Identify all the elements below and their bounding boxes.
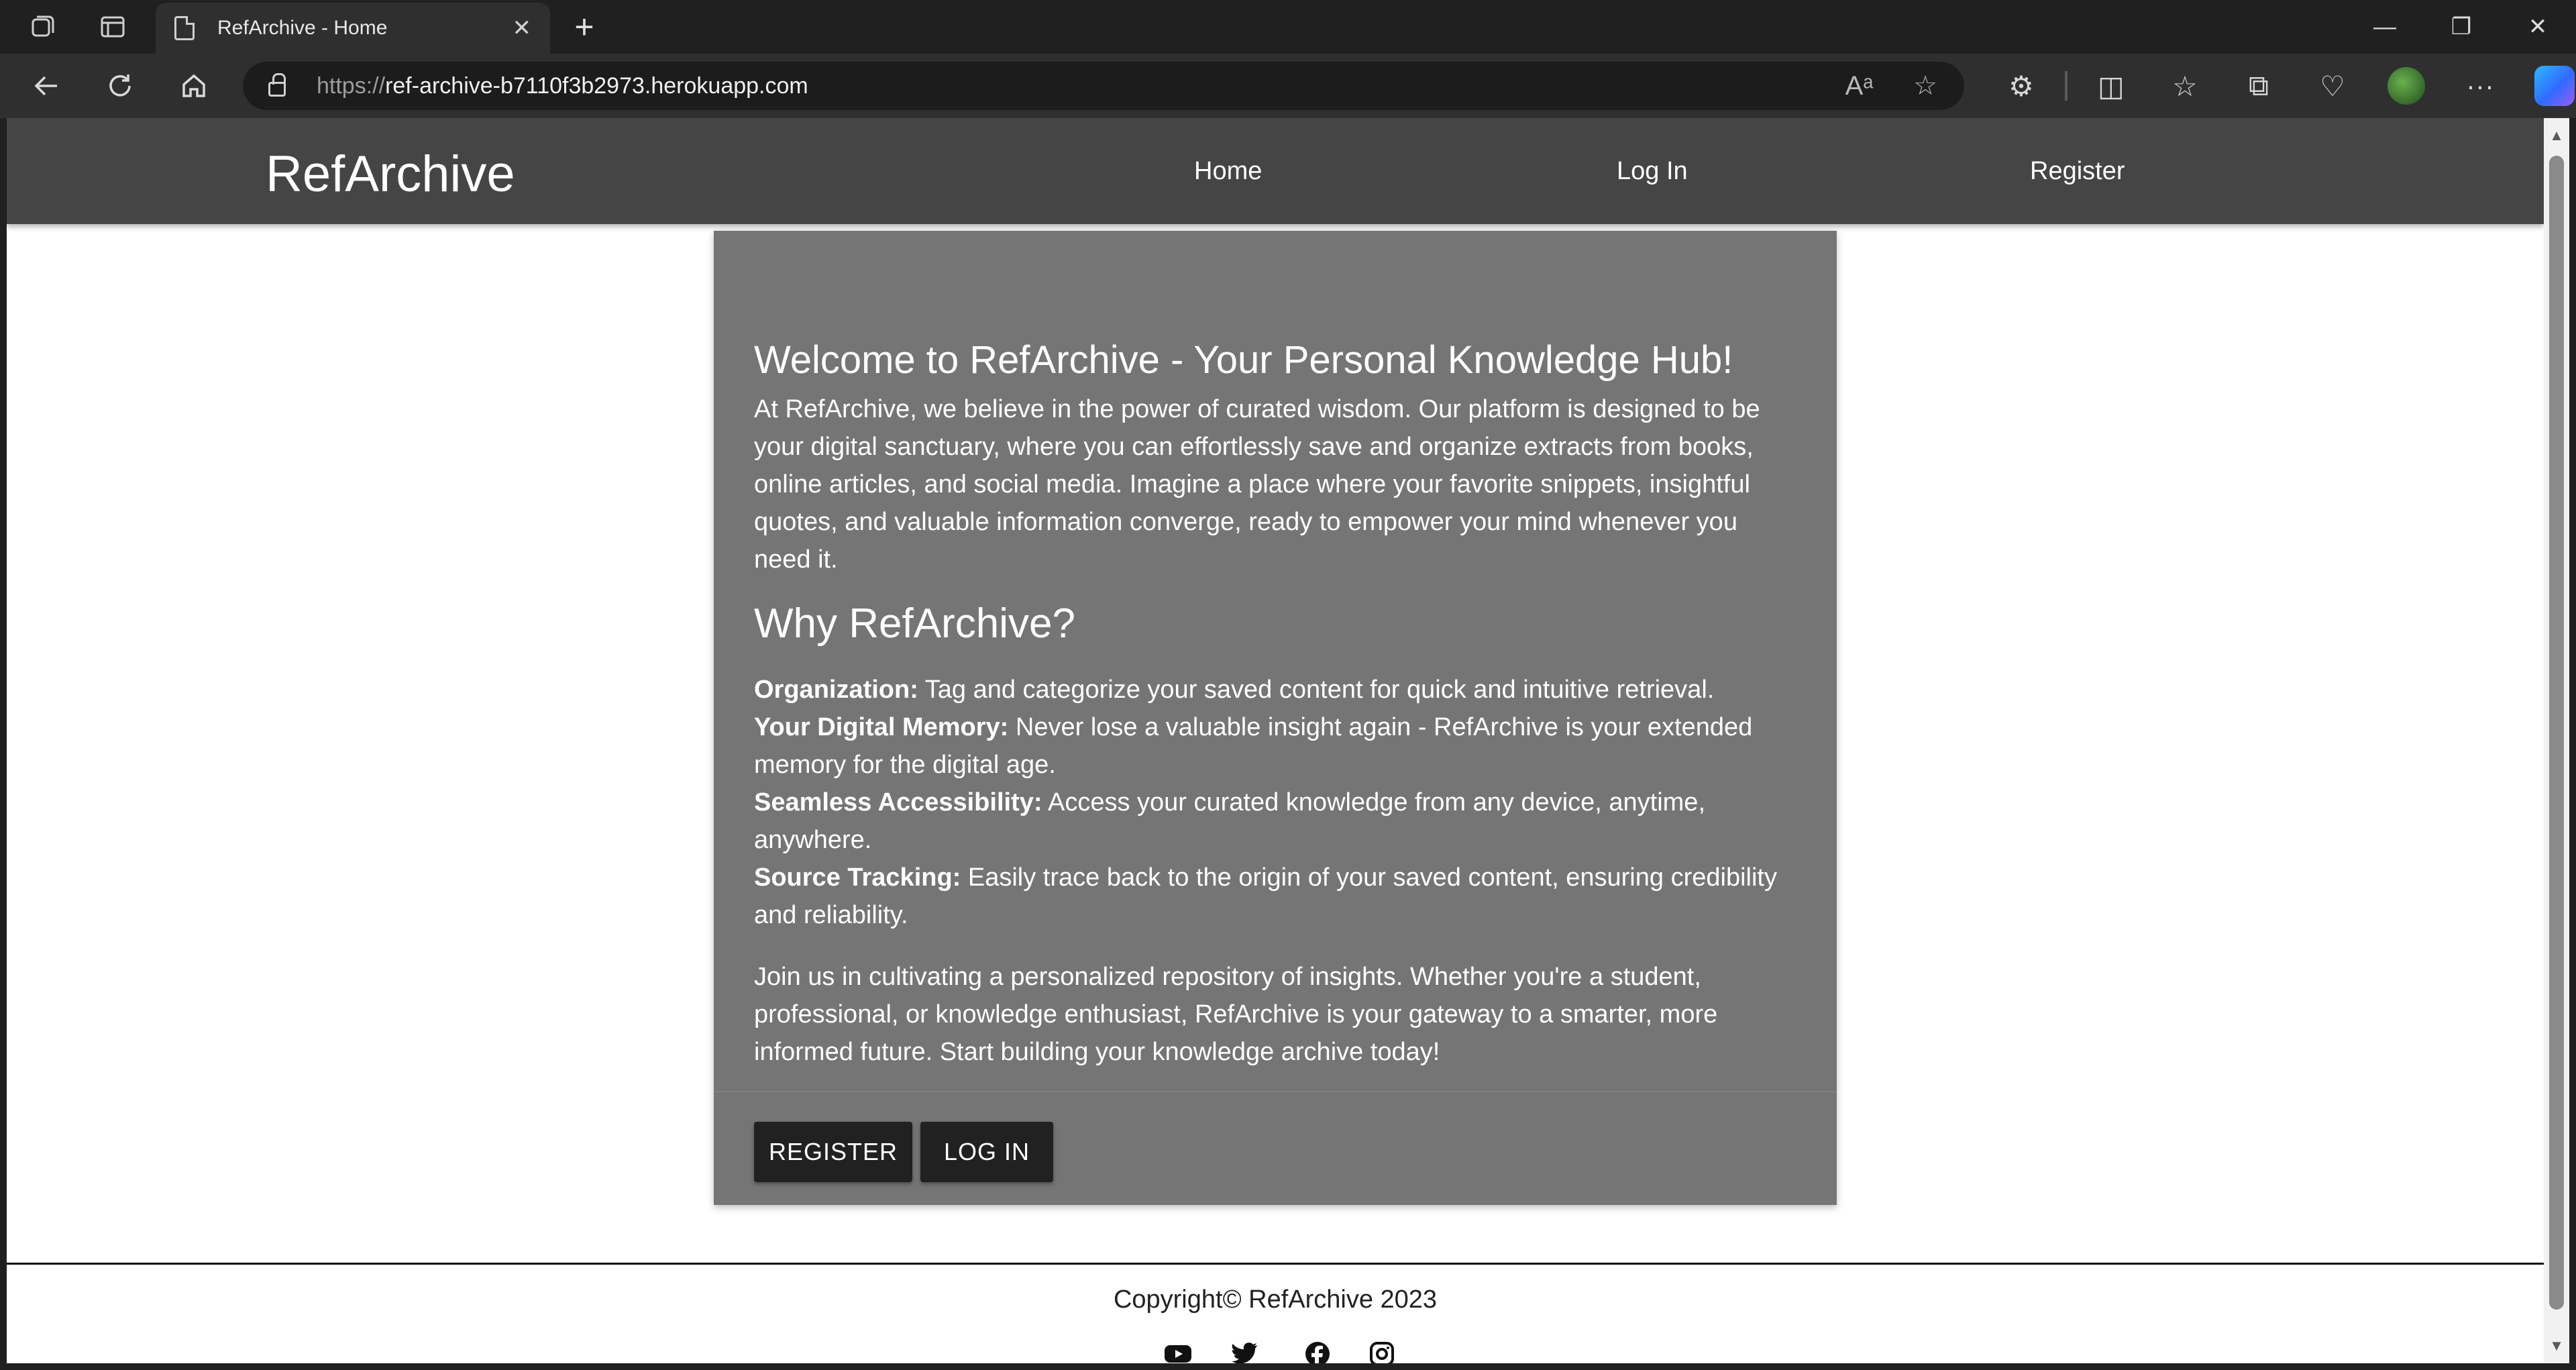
welcome-card: Welcome to RefArchive - Your Personal Kn… — [714, 231, 1837, 1205]
welcome-heading: Welcome to RefArchive - Your Personal Kn… — [754, 338, 1733, 382]
feature-text: Tag and categorize your saved content fo… — [918, 676, 1715, 704]
close-tab-icon[interactable]: ✕ — [513, 15, 532, 42]
nav-login[interactable]: Log In — [1617, 157, 1688, 186]
url-scheme: https:// — [317, 72, 386, 99]
address-toolbar: https://ref-archive-b7110f3b2973.herokua… — [0, 54, 2576, 118]
login-button[interactable]: LOG IN — [920, 1122, 1053, 1182]
nav-home[interactable]: Home — [1194, 157, 1262, 186]
card-body: Welcome to RefArchive - Your Personal Kn… — [754, 335, 1801, 1071]
read-aloud-icon[interactable]: A͏ᵃ — [1845, 71, 1874, 101]
page-favicon-icon — [174, 16, 195, 40]
tab-actions-icon[interactable] — [86, 0, 140, 54]
scrollbar-thumb[interactable] — [2549, 156, 2564, 1310]
feature-label: Organization: — [754, 676, 918, 704]
active-tab[interactable]: RefArchive - Home ✕ — [156, 3, 550, 54]
site-brand[interactable]: RefArchive — [266, 145, 515, 203]
toolbar-divider — [2065, 71, 2068, 101]
url-host: ref-archive-b7110f3b2973.herokuapp.com — [385, 72, 808, 99]
twitter-icon[interactable] — [1232, 1340, 1258, 1363]
page-viewport: RefArchive Home Log In Register Welcome … — [7, 118, 2544, 1363]
minimize-icon[interactable]: — — [2347, 0, 2423, 54]
split-screen-icon[interactable]: ◫ — [2074, 54, 2148, 118]
facebook-icon[interactable] — [1304, 1340, 1331, 1363]
feature-label: Your Digital Memory: — [754, 713, 1009, 741]
restore-icon[interactable]: ❐ — [2423, 0, 2500, 54]
extensions-icon[interactable]: ⚙ — [1984, 54, 2058, 118]
page-scrollbar[interactable]: ▲ ▼ — [2544, 118, 2569, 1363]
collections-icon[interactable]: ⧉ — [2222, 54, 2296, 118]
youtube-icon[interactable] — [1165, 1340, 1191, 1363]
close-window-icon[interactable]: ✕ — [2500, 0, 2576, 54]
card-footer-divider — [714, 1091, 1837, 1092]
copilot-icon[interactable] — [2534, 66, 2575, 106]
refresh-icon[interactable] — [83, 54, 157, 118]
join-paragraph: Join us in cultivating a personalized re… — [754, 963, 1718, 1066]
copyright-text: Copyright© RefArchive 2023 — [1113, 1285, 1438, 1314]
feature-item: Your Digital Memory: Never lose a valuab… — [754, 708, 1801, 784]
feature-item: Organization: Tag and categorize your sa… — [754, 671, 1801, 708]
scroll-up-icon[interactable]: ▲ — [2544, 122, 2569, 149]
back-icon[interactable] — [9, 54, 83, 118]
favorite-star-icon[interactable]: ☆ — [1913, 70, 1937, 101]
feature-item: Source Tracking: Easily trace back to th… — [754, 859, 1801, 934]
why-heading: Why RefArchive? — [754, 600, 1075, 647]
footer-divider — [7, 1263, 2544, 1265]
feature-label: Seamless Accessibility: — [754, 788, 1042, 816]
settings-more-icon[interactable]: ··· — [2443, 54, 2517, 118]
new-tab-icon[interactable]: + — [561, 0, 608, 54]
scroll-down-icon[interactable]: ▼ — [2544, 1332, 2569, 1359]
feature-item: Seamless Accessibility: Access your cura… — [754, 784, 1801, 859]
browser-tab-bar: RefArchive - Home ✕ + — ❐ ✕ — [0, 0, 2576, 54]
register-button[interactable]: REGISTER — [754, 1122, 912, 1182]
intro-paragraph: At RefArchive, we believe in the power o… — [754, 395, 1760, 574]
tab-title: RefArchive - Home — [217, 17, 388, 39]
browser-essentials-icon[interactable]: ♡ — [2296, 54, 2369, 118]
favorites-icon[interactable]: ☆ — [2148, 54, 2222, 118]
profile-avatar[interactable] — [2387, 67, 2425, 105]
feature-label: Source Tracking: — [754, 863, 961, 892]
nav-register[interactable]: Register — [2030, 157, 2125, 186]
instagram-icon[interactable] — [1368, 1340, 1395, 1363]
workspaces-icon[interactable] — [16, 0, 70, 54]
home-icon[interactable] — [157, 54, 231, 118]
address-field[interactable]: https://ref-archive-b7110f3b2973.herokua… — [243, 62, 1964, 110]
site-navbar: RefArchive Home Log In Register — [7, 118, 2544, 224]
lock-icon[interactable] — [268, 73, 286, 97]
